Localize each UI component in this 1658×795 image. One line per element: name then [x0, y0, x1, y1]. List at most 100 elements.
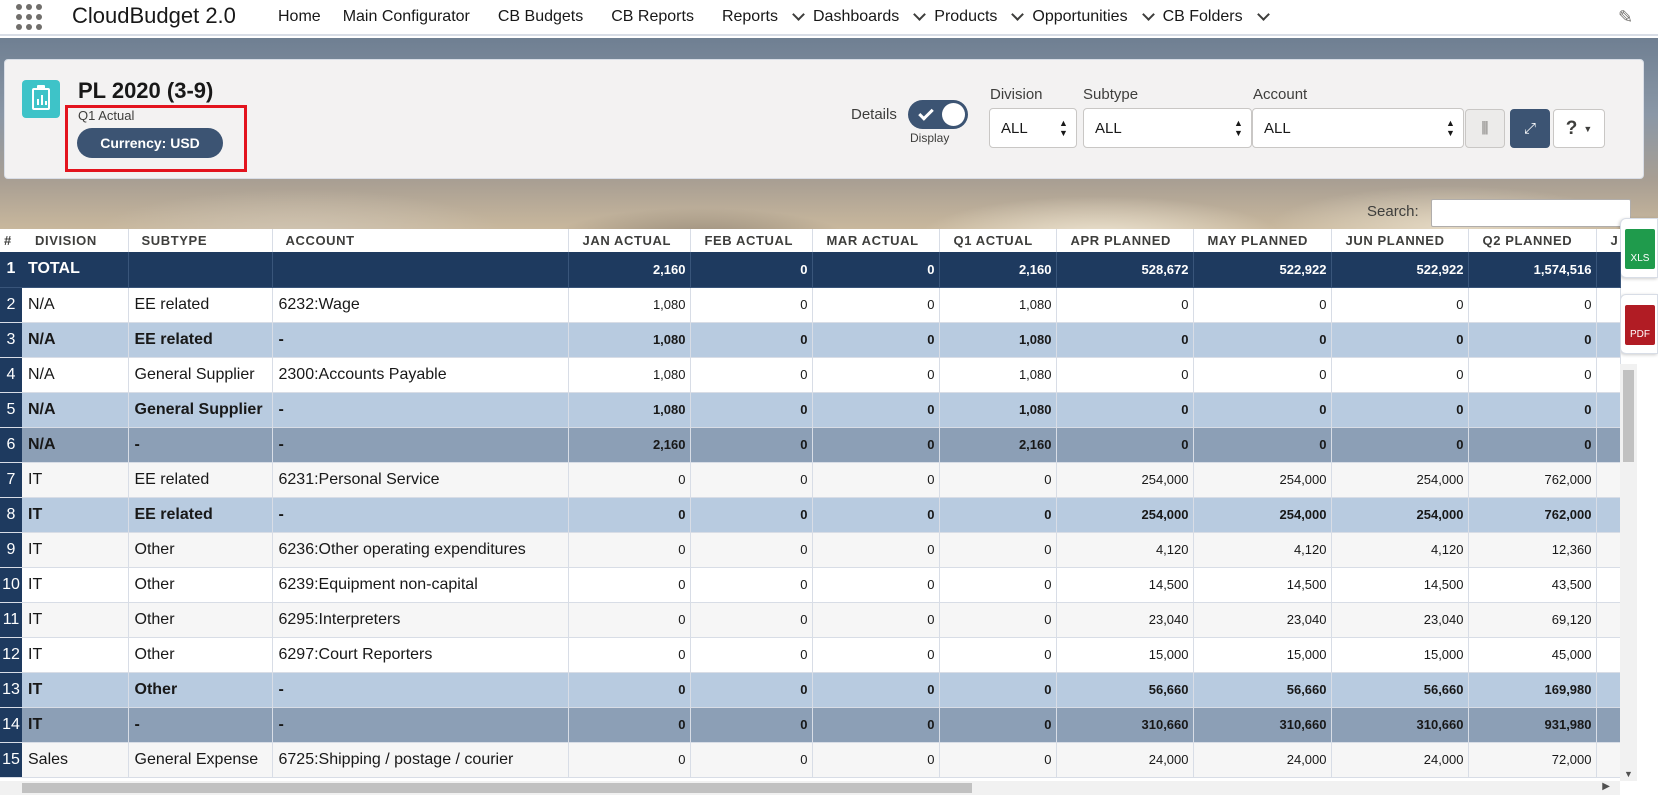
table-row[interactable]: 15 Sales General Expense 6725:Shipping / po… [0, 742, 1621, 778]
column-header[interactable]: MAR ACTUAL [812, 229, 940, 252]
table-row[interactable]: 12 IT Other 6297:Court Reporters 0 0 0 0 15,000 1… [0, 637, 1621, 673]
table-row[interactable]: 10 IT Other 6239:Equipment non-capital 0 0 0 0 1… [0, 567, 1621, 603]
value-cell: 24,000 [1331, 742, 1469, 778]
subtotal-row[interactable]: 13 IT Other -0 0 0 0 56,660 56,660 56,660 169,980 [0, 672, 1621, 708]
scroll-right-icon[interactable]: ▶ [1602, 781, 1610, 792]
value-cell [1596, 287, 1621, 323]
column-header[interactable]: APR PLANNED [1056, 229, 1194, 252]
table-row[interactable]: 4 N/A General Supplier 2300:Accounts Payabl… [0, 357, 1621, 393]
value-cell: 2,160 [568, 427, 691, 463]
chevron-down-icon[interactable] [792, 8, 805, 21]
chevron-down-icon[interactable] [913, 8, 927, 21]
table-row[interactable]: 7 IT EE related 6231:Personal Service 0 0 0 0 25… [0, 462, 1621, 498]
value-cell: 2,160 [568, 252, 691, 288]
column-header[interactable]: MAY PLANNED [1193, 229, 1332, 252]
value-cell: 14,500 [1331, 567, 1469, 603]
column-header[interactable]: DIVISION [22, 229, 129, 252]
search-input[interactable] [1431, 199, 1631, 227]
value-cell: 310,660 [1193, 707, 1332, 743]
column-header[interactable]: FEB ACTUAL [690, 229, 813, 252]
column-header[interactable]: # [0, 229, 22, 252]
column-header[interactable]: JAN ACTUAL [568, 229, 691, 252]
division-cell: N/A [22, 357, 129, 393]
value-cell: 0 [1468, 357, 1597, 393]
subtotal-row[interactable]: 8 IT EE related -0 0 0 0 254,000 254,000 254,000 7… [0, 497, 1621, 533]
value-cell: 0 [690, 532, 813, 568]
subtotal-row[interactable]: 6 N/A - -2,160 0 0 2,160 0 0 0 0 [0, 427, 1621, 463]
export-xls-button[interactable]: XLS [1620, 218, 1658, 278]
nav-item-opportunities[interactable]: Opportunities [1032, 0, 1162, 34]
export-pdf-button[interactable]: PDF [1620, 294, 1658, 354]
value-cell: 762,000 [1468, 462, 1597, 498]
value-cell [1596, 497, 1621, 533]
column-header[interactable]: SUBTYPE [128, 229, 273, 252]
vertical-scrollbar[interactable]: ▼ [1620, 364, 1637, 781]
nav-item-cb-reports[interactable]: CB Reports [611, 0, 694, 34]
value-cell: 0 [812, 392, 940, 428]
value-cell: 0 [1056, 357, 1194, 393]
nav-item-home[interactable]: Home [278, 0, 321, 34]
table-row[interactable]: 9 IT Other 6236:Other operating expenditure… [0, 532, 1621, 568]
value-cell: 0 [939, 602, 1057, 638]
column-header[interactable]: Q2 PLANNED [1468, 229, 1597, 252]
subtotal-row[interactable]: 5 N/A General Supplier -1,080 0 0 1,080 0 0 0 0 [0, 392, 1621, 428]
row-number: 1 [0, 252, 22, 288]
pencil-icon[interactable]: ✎ [1618, 8, 1636, 26]
row-number: 7 [0, 462, 22, 498]
value-cell: 0 [939, 532, 1057, 568]
column-header[interactable]: ACCOUNT [272, 229, 569, 252]
subtype-label: Subtype [1083, 86, 1139, 103]
value-cell: 0 [812, 742, 940, 778]
pdf-file-icon: PDF [1625, 305, 1655, 345]
division-label: Division [990, 86, 1043, 103]
row-number: 4 [0, 357, 22, 393]
row-number: 13 [0, 672, 22, 708]
account-cell: - [272, 707, 569, 743]
nav-item-reports[interactable]: Reports [722, 0, 813, 34]
chevron-down-icon[interactable] [1141, 8, 1155, 21]
value-cell: 0 [1468, 427, 1597, 463]
column-header[interactable]: Q1 ACTUAL [939, 229, 1057, 252]
chevron-down-icon[interactable] [1011, 8, 1025, 21]
global-nav: CloudBudget 2.0 Home Main Configurator CB … [0, 0, 1658, 36]
nav-item-cb-folders[interactable]: CB Folders [1163, 0, 1278, 34]
table-row[interactable]: 11 IT Other 6295:Interpreters 0 0 0 0 23,040 23,0… [0, 602, 1621, 638]
value-cell: 0 [1056, 287, 1194, 323]
subtype-select[interactable]: ALL ▲ ▼ [1083, 108, 1252, 148]
value-cell [1596, 427, 1621, 463]
horizontal-scrollbar[interactable]: ▶ [0, 781, 1620, 795]
value-cell: 0 [1331, 427, 1469, 463]
expand-button[interactable]: ⤢ [1510, 109, 1550, 148]
column-toggle-button[interactable]: ⫼ [1465, 109, 1505, 148]
help-icon: ? [1565, 117, 1578, 139]
account-select[interactable]: ALL ▲ ▼ [1252, 108, 1464, 148]
currency-button[interactable]: Currency: USD [77, 128, 223, 158]
column-header[interactable]: JUN PLANNED [1331, 229, 1469, 252]
value-cell [1596, 602, 1621, 638]
subtype-select-value: ALL [1095, 120, 1122, 137]
scroll-down-icon[interactable]: ▼ [1624, 769, 1633, 779]
nav-item-cb-budgets[interactable]: CB Budgets [498, 0, 583, 34]
value-cell: 0 [690, 497, 813, 533]
nav-item-dashboards[interactable]: Dashboards [813, 0, 934, 34]
chevron-down-icon[interactable] [1256, 8, 1270, 21]
nav-item-label: CB Reports [611, 8, 694, 25]
nav-item-products[interactable]: Products [934, 0, 1032, 34]
subtotal-row[interactable]: 3 N/A EE related -1,080 0 0 1,080 0 0 0 0 [0, 322, 1621, 358]
waffle-icon[interactable] [16, 4, 46, 30]
table-row[interactable]: 2 N/A EE related 6232:Wage 1,080 0 0 1,080 0 0 0 0 [0, 287, 1621, 323]
value-cell: 254,000 [1056, 497, 1194, 533]
value-cell: 0 [812, 287, 940, 323]
division-cell: N/A [22, 322, 129, 358]
value-cell [1596, 462, 1621, 498]
nav-item-label: CB Folders [1162, 8, 1243, 25]
nav-item-main-configurator[interactable]: Main Configurator [343, 0, 470, 34]
column-header[interactable]: J [1596, 229, 1621, 252]
value-cell: 0 [1056, 427, 1194, 463]
details-toggle[interactable] [908, 100, 968, 129]
subtype-cell: Other [128, 672, 273, 708]
help-button[interactable]: ? ▼ [1553, 109, 1605, 148]
subtotal-row[interactable]: 14 IT - -0 0 0 0 310,660 310,660 310,660 931,980 [0, 707, 1621, 743]
total-row[interactable]: 1 TOTAL 2,160 0 0 2,160 528,672 522,922 522,922 1… [0, 252, 1621, 288]
division-select[interactable]: ALL ▲ ▼ [989, 108, 1077, 148]
